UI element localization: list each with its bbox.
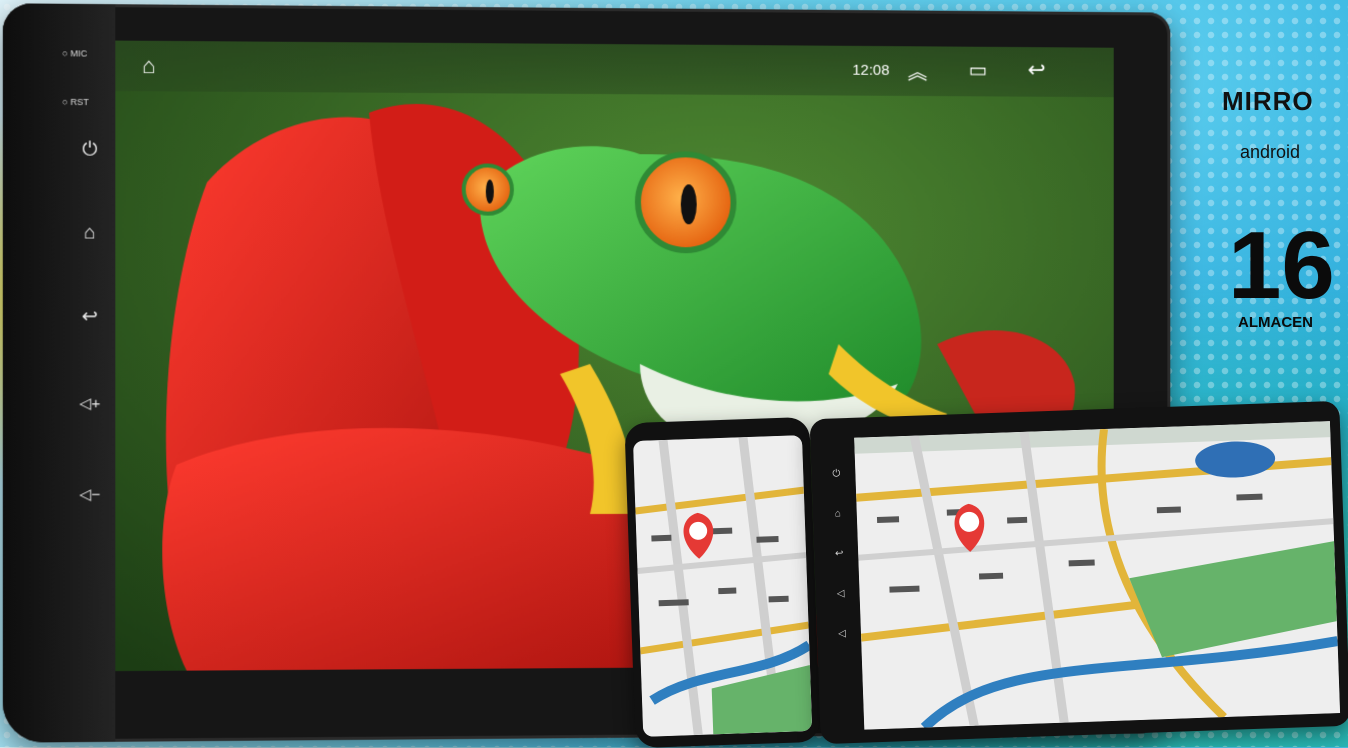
promo-title: MIRRO [1222, 86, 1314, 116]
tablet-volume-up-icon[interactable]: ◁ [833, 588, 847, 599]
mic-label: ○ MIC [62, 48, 88, 59]
tablet-power-icon[interactable]: ⏻ [829, 468, 843, 479]
chevron-up-icon[interactable]: ︽ [908, 56, 928, 85]
phone-mirror [624, 416, 821, 748]
storage-label: ALMACEN [1238, 314, 1313, 331]
storage-number: 16 [1228, 212, 1335, 319]
phone-map [633, 435, 813, 737]
side-button-panel: ○ MIC ○ RST ⏻ ⌂ ↩ ◁+ ◁− [2, 3, 116, 743]
recent-apps-icon[interactable]: ▭ [969, 58, 988, 83]
tablet-map [854, 421, 1341, 730]
tablet-volume-down-icon[interactable]: ◁ [835, 628, 849, 639]
power-icon[interactable]: ⏻ [74, 139, 105, 161]
status-bar: ⌂ 12:08 ︽ ▭ ↩ [115, 40, 1114, 98]
home-icon[interactable]: ⌂ [74, 222, 105, 244]
rst-label: ○ RST [62, 96, 89, 108]
home-nav-icon[interactable]: ⌂ [142, 53, 156, 79]
promo-subtitle: android [1240, 142, 1301, 162]
volume-down-icon[interactable]: ◁− [74, 485, 105, 503]
tablet-mirror: ⏻ ⌂ ↩ ◁ ◁ [809, 400, 1348, 745]
tablet-back-icon[interactable]: ↩ [832, 548, 846, 559]
back-icon[interactable]: ↩ [74, 305, 105, 328]
volume-up-icon[interactable]: ◁+ [74, 394, 105, 412]
promo-text: MIRRO android 16 ALMACEN [1222, 86, 1335, 331]
back-nav-icon[interactable]: ↩ [1028, 57, 1046, 83]
tablet-home-icon[interactable]: ⌂ [831, 508, 845, 519]
clock: 12:08 [852, 61, 890, 79]
